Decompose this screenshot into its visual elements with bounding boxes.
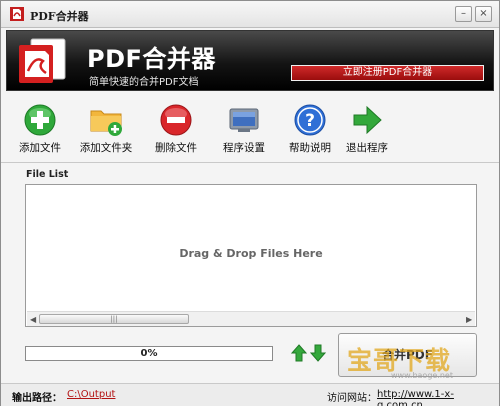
add-file-button[interactable]: 添加文件	[3, 97, 77, 157]
svg-text:?: ?	[305, 111, 315, 131]
settings-button[interactable]: 程序设置	[207, 97, 281, 157]
add-file-label: 添加文件	[19, 142, 61, 154]
output-path-label: 输出路径：	[12, 393, 62, 404]
app-logo-icon	[10, 7, 24, 21]
pdf-logo-icon	[19, 38, 66, 83]
visit-site-link[interactable]: http://www.1-x-g.com.cn	[377, 389, 499, 406]
toolbar: 添加文件 添加文件夹 删除文件 程序设置 ? 帮助说明 退出程序	[1, 97, 499, 161]
horizontal-scrollbar[interactable]: ◀ ||| ▶	[27, 311, 475, 326]
close-button[interactable]: ×	[475, 6, 492, 22]
exit-arrow-icon	[353, 105, 382, 135]
register-button[interactable]: 立即注册PDF合并器	[291, 65, 484, 81]
scroll-left-icon[interactable]: ◀	[30, 315, 36, 324]
delete-file-icon	[160, 104, 192, 136]
exit-label: 退出程序	[346, 142, 388, 154]
output-path-link[interactable]: C:\Output	[67, 389, 115, 400]
minimize-button[interactable]: –	[455, 6, 472, 22]
scroll-right-icon[interactable]: ▶	[466, 315, 472, 324]
merge-pdf-button[interactable]: 合并PDF	[338, 333, 477, 377]
file-list-label: File List	[26, 169, 69, 180]
settings-label: 程序设置	[223, 142, 265, 154]
add-folder-label: 添加文件夹	[79, 142, 133, 154]
banner-title: PDF合并器	[87, 45, 216, 73]
progress-bar: 0%	[25, 346, 273, 361]
app-window: PDF合并器 – × PDF合并器 简单快速的合并PDF文档 立即注册PDF合并…	[0, 0, 500, 406]
header-banner: PDF合并器 简单快速的合并PDF文档 立即注册PDF合并器	[6, 30, 494, 91]
settings-monitor-icon	[229, 108, 259, 132]
drop-hint: Drag & Drop Files Here	[179, 247, 323, 260]
banner-subtitle: 简单快速的合并PDF文档	[89, 77, 199, 88]
toolbar-divider	[1, 162, 499, 163]
file-list-dropzone[interactable]: Drag & Drop Files Here ◀ ||| ▶	[25, 184, 477, 327]
move-up-icon[interactable]	[291, 344, 307, 362]
visit-site-label: 访问网站：	[327, 393, 377, 404]
delete-file-button[interactable]: 删除文件	[139, 97, 213, 157]
delete-file-label: 删除文件	[155, 142, 197, 154]
add-folder-button[interactable]: 添加文件夹	[69, 97, 143, 157]
help-icon: ?	[294, 104, 326, 136]
title-bar: PDF合并器 – ×	[1, 1, 499, 28]
add-file-icon	[24, 104, 56, 136]
exit-button[interactable]: 退出程序	[330, 97, 404, 157]
scroll-thumb[interactable]: |||	[39, 314, 189, 324]
status-bar: 输出路径： C:\Output 访问网站： http://www.1-x-g.c…	[1, 383, 499, 406]
progress-text: 0%	[140, 348, 158, 359]
add-folder-icon	[90, 110, 122, 136]
move-down-icon[interactable]	[310, 344, 326, 362]
window-title: PDF合并器	[30, 10, 89, 23]
